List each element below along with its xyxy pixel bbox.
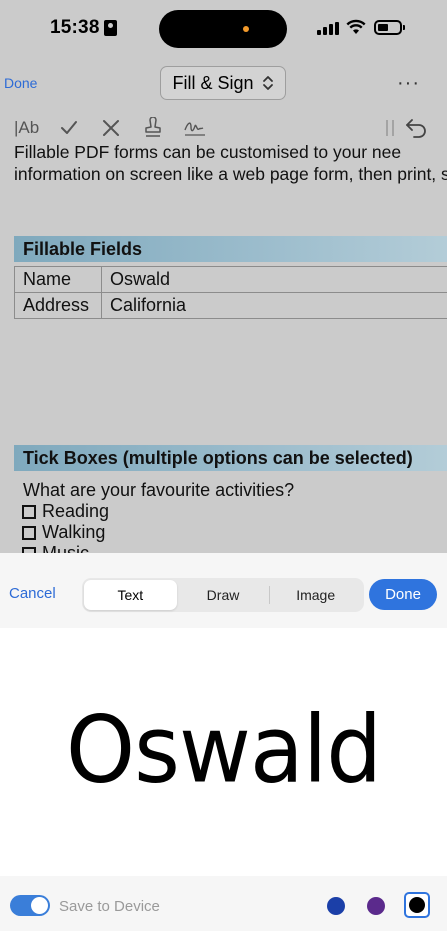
cross-icon[interactable]: [101, 116, 121, 140]
stamp-icon[interactable]: [143, 116, 163, 140]
color-swatch-black[interactable]: [404, 892, 430, 918]
recording-indicator-icon: [243, 26, 249, 32]
signature-canvas[interactable]: Oswald: [0, 628, 447, 876]
signature-icon[interactable]: [183, 116, 207, 140]
fillable-fields-header: Fillable Fields: [14, 236, 447, 262]
intro-text-line-2: information on screen like a web page fo…: [14, 164, 447, 184]
activities-question: What are your favourite activities?: [23, 480, 295, 500]
segment-divider: [269, 586, 270, 604]
tick-boxes-header: Tick Boxes (multiple options can be sele…: [14, 445, 447, 471]
save-to-device-label: Save to Device: [59, 898, 160, 915]
status-time: 15:38: [50, 17, 100, 38]
undo-icon[interactable]: [404, 116, 428, 140]
mode-picker[interactable]: Fill & Sign: [160, 66, 286, 100]
color-swatch-blue[interactable]: [327, 897, 345, 915]
name-field[interactable]: Oswald: [101, 266, 447, 293]
table-row: Name Oswald: [14, 266, 447, 293]
field-label: Name: [14, 266, 102, 293]
checkmark-icon[interactable]: [59, 116, 79, 140]
mode-picker-label: Fill & Sign: [172, 72, 254, 93]
signature-done-button[interactable]: Done: [369, 579, 437, 610]
field-label: Address: [14, 292, 102, 319]
more-options-button[interactable]: ···: [397, 72, 420, 95]
table-row: Address California: [14, 292, 447, 319]
checkbox-icon: [22, 525, 36, 540]
wifi-icon: [346, 19, 366, 34]
signature-options-bar: Save to Device: [0, 876, 447, 931]
toggle-knob: [31, 897, 48, 914]
tab-image[interactable]: Image: [269, 580, 362, 610]
address-field[interactable]: California: [101, 292, 447, 319]
signature-mode-segmented-control: Text Draw Image: [82, 578, 364, 612]
add-text-tool[interactable]: |Ab: [14, 116, 39, 140]
dynamic-island: [159, 10, 287, 48]
status-bar: 15:38: [0, 0, 447, 58]
save-to-device-toggle[interactable]: [10, 895, 50, 916]
document-viewer: 15:38 Done Fill & Sign ··· |Ab Fillable …: [0, 0, 447, 553]
checkbox-label: Reading: [42, 501, 110, 521]
contact-card-icon: [104, 20, 117, 36]
drag-handle-icon[interactable]: [384, 116, 396, 140]
checkbox-music[interactable]: Music: [22, 543, 89, 553]
fillable-fields-table: Name Oswald Address California: [14, 266, 447, 319]
intro-text-line-1: Fillable PDF forms can be customised to …: [14, 142, 402, 162]
tab-text[interactable]: Text: [84, 580, 177, 610]
selected-color-dot: [409, 897, 425, 913]
cancel-button[interactable]: Cancel: [9, 585, 56, 602]
checkbox-icon: [22, 504, 36, 519]
checkbox-label: Walking: [42, 522, 106, 542]
signature-preview: Oswald: [65, 695, 382, 804]
done-button[interactable]: Done: [4, 75, 37, 91]
color-swatch-purple[interactable]: [367, 897, 385, 915]
battery-icon: [374, 20, 405, 35]
checkbox-walking[interactable]: Walking: [22, 522, 105, 543]
tab-draw[interactable]: Draw: [177, 580, 270, 610]
navigation-bar: Done Fill & Sign ···: [0, 60, 447, 106]
cellular-signal-icon: [317, 22, 339, 35]
checkbox-label: Music: [42, 543, 90, 553]
chevron-up-down-icon: [262, 76, 273, 90]
checkbox-reading[interactable]: Reading: [22, 501, 109, 522]
